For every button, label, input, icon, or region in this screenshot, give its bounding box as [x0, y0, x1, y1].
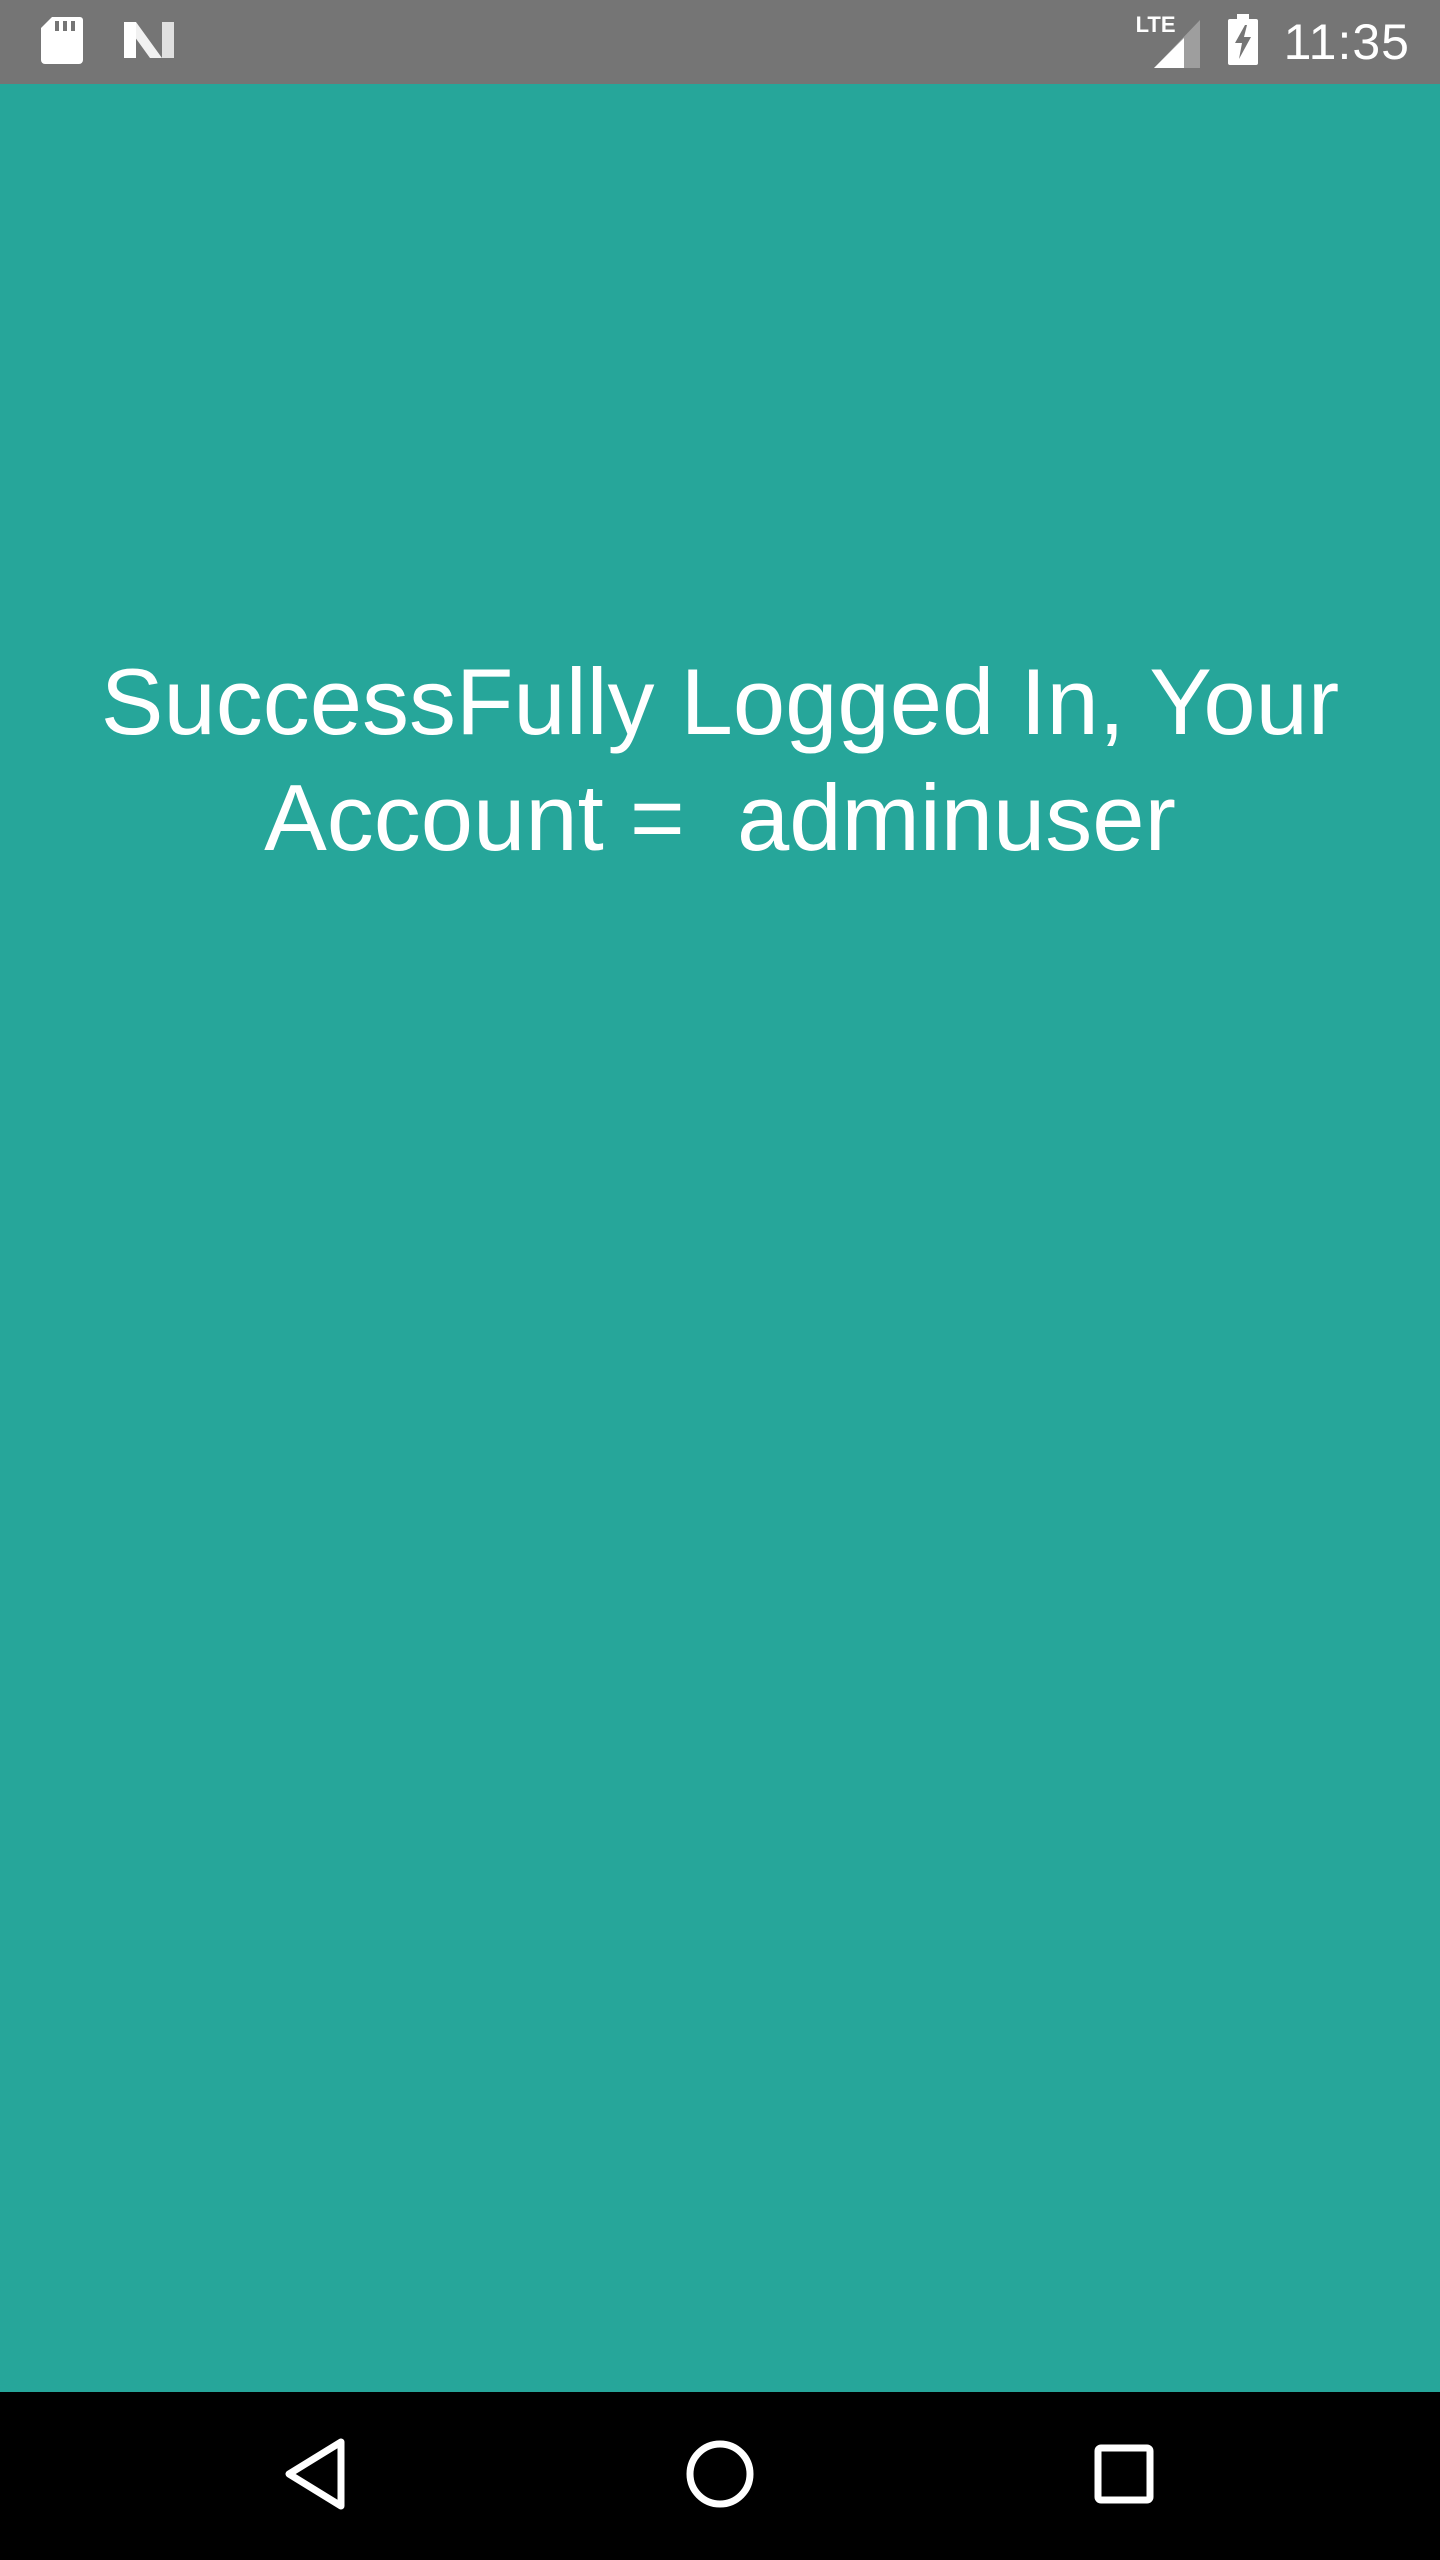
status-right-icons: LTE 11:35 [1136, 0, 1410, 84]
status-clock: 11:35 [1283, 14, 1410, 70]
back-button[interactable] [266, 2426, 366, 2526]
recents-button[interactable] [1074, 2426, 1174, 2526]
status-left-icons [40, 0, 176, 84]
screen: LTE 11:35 SuccessFully Logged In, Your A… [0, 0, 1440, 2560]
home-button[interactable] [670, 2426, 770, 2526]
home-icon [684, 2438, 756, 2515]
back-icon [281, 2436, 351, 2517]
main-content: SuccessFully Logged In, Your Account = a… [0, 84, 1440, 2392]
lte-signal-icon: LTE [1135, 12, 1202, 70]
network-type-label: LTE [1135, 12, 1176, 37]
sd-card-icon [40, 15, 84, 70]
android-n-icon [122, 18, 176, 67]
navigation-bar [0, 2392, 1440, 2560]
status-bar: LTE 11:35 [0, 0, 1440, 84]
battery-charging-icon [1226, 13, 1260, 72]
login-success-message: SuccessFully Logged In, Your Account = a… [100, 649, 1340, 870]
recents-icon [1092, 2442, 1156, 2511]
